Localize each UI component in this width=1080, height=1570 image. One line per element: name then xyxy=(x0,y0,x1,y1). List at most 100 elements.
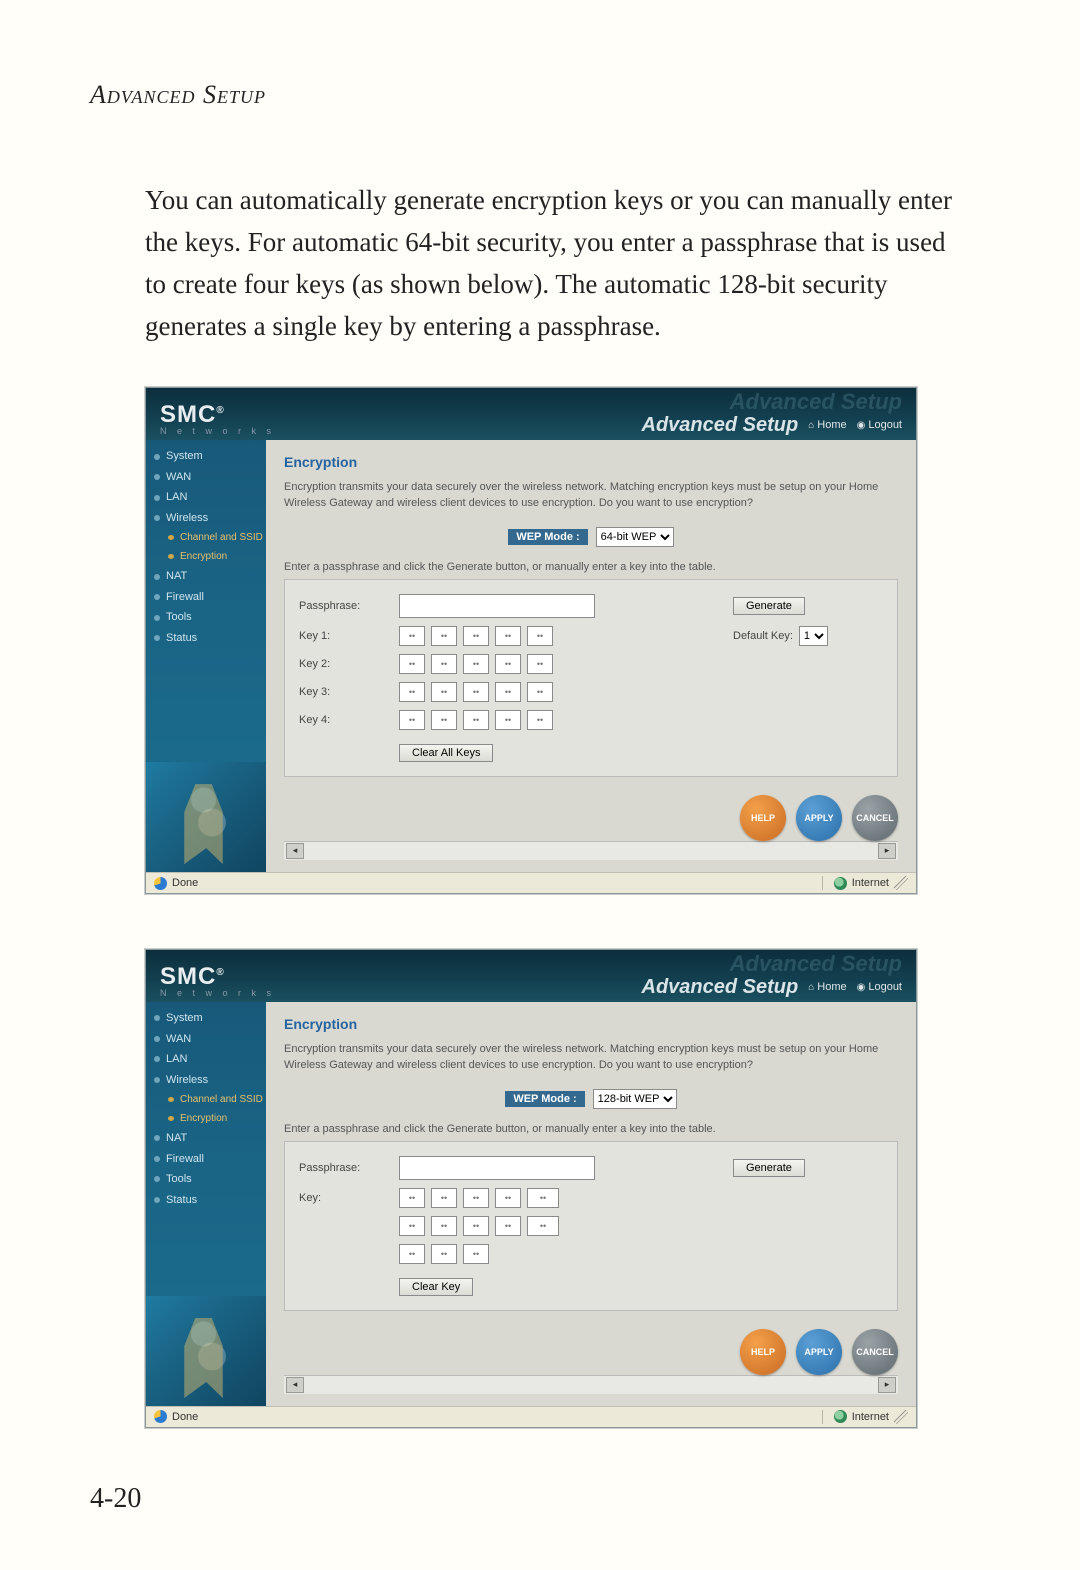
brand-logo: SMC® xyxy=(160,965,275,989)
cancel-button[interactable]: CANCEL xyxy=(852,795,898,841)
sidebar-item-system[interactable]: System xyxy=(146,1008,266,1029)
key1-cell[interactable] xyxy=(399,626,425,646)
wep-mode-select[interactable]: 128-bit WEP xyxy=(593,1089,677,1109)
logout-link[interactable]: ◉ Logout xyxy=(857,981,902,993)
zone-text: Internet xyxy=(852,877,889,889)
key3-cell[interactable] xyxy=(431,682,457,702)
key-cell[interactable] xyxy=(463,1244,489,1264)
scroll-left-icon[interactable]: ◂ xyxy=(286,843,304,859)
key1-label: Key 1: xyxy=(299,630,389,642)
passphrase-label: Passphrase: xyxy=(299,600,389,612)
key4-cell[interactable] xyxy=(399,710,425,730)
key4-cell[interactable] xyxy=(495,710,521,730)
key-cell[interactable] xyxy=(399,1216,425,1236)
key4-cell[interactable] xyxy=(431,710,457,730)
sidebar-item-wireless[interactable]: Wireless xyxy=(146,508,266,529)
key2-cell[interactable] xyxy=(463,654,489,674)
sidebar-item-tools[interactable]: Tools xyxy=(146,1169,266,1190)
section-description: Encryption transmits your data securely … xyxy=(284,1042,898,1073)
key2-cell[interactable] xyxy=(399,654,425,674)
sidebar-sub-encryption[interactable]: Encryption xyxy=(146,1109,266,1128)
logout-icon: ◉ xyxy=(857,982,866,993)
key3-cell[interactable] xyxy=(399,682,425,702)
apply-button[interactable]: APPLY xyxy=(796,795,842,841)
key1-cell[interactable] xyxy=(495,626,521,646)
key4-cell[interactable] xyxy=(527,710,553,730)
sidebar-item-system[interactable]: System xyxy=(146,446,266,467)
brand-watermark: Advanced Setup xyxy=(642,390,902,414)
sidebar-image xyxy=(146,762,266,872)
key1-cell[interactable] xyxy=(463,626,489,646)
key-cell[interactable] xyxy=(495,1216,521,1236)
sidebar-sub-encryption[interactable]: Encryption xyxy=(146,547,266,566)
browser-icon xyxy=(154,877,167,890)
sidebar-item-lan[interactable]: LAN xyxy=(146,487,266,508)
generate-button[interactable]: Generate xyxy=(733,1159,805,1177)
wep-mode-select[interactable]: 64-bit WEP xyxy=(596,527,674,547)
key-label: Key: xyxy=(299,1192,389,1204)
sidebar-sub-channel[interactable]: Channel and SSID xyxy=(146,1090,266,1109)
key-cell[interactable] xyxy=(527,1188,559,1208)
sidebar-item-wan[interactable]: WAN xyxy=(146,467,266,488)
brand-logo: SMC® xyxy=(160,403,275,427)
key-cell[interactable] xyxy=(431,1244,457,1264)
resize-grip-icon xyxy=(894,876,908,890)
logout-link[interactable]: ◉ Logout xyxy=(857,419,902,431)
key-cell[interactable] xyxy=(431,1188,457,1208)
key3-label: Key 3: xyxy=(299,686,389,698)
passphrase-label: Passphrase: xyxy=(299,1162,389,1174)
horizontal-scrollbar[interactable]: ◂ ▸ xyxy=(284,841,898,860)
sidebar-item-nat[interactable]: NAT xyxy=(146,566,266,587)
horizontal-scrollbar[interactable]: ◂ ▸ xyxy=(284,1375,898,1394)
clear-all-keys-button[interactable]: Clear All Keys xyxy=(399,744,493,762)
key2-cell[interactable] xyxy=(495,654,521,674)
key2-cell[interactable] xyxy=(431,654,457,674)
status-bar: Done Internet xyxy=(146,872,916,893)
sidebar-item-firewall[interactable]: Firewall xyxy=(146,587,266,608)
key-cell[interactable] xyxy=(495,1188,521,1208)
sidebar-item-status[interactable]: Status xyxy=(146,628,266,649)
key3-cell[interactable] xyxy=(463,682,489,702)
key-cell[interactable] xyxy=(463,1216,489,1236)
scroll-right-icon[interactable]: ▸ xyxy=(878,843,896,859)
passphrase-input[interactable] xyxy=(399,594,595,618)
help-button[interactable]: HELP xyxy=(740,795,786,841)
clear-key-button[interactable]: Clear Key xyxy=(399,1278,473,1296)
sidebar-item-firewall[interactable]: Firewall xyxy=(146,1149,266,1170)
key-cell[interactable] xyxy=(399,1244,425,1264)
sidebar-item-wan[interactable]: WAN xyxy=(146,1029,266,1050)
cancel-button[interactable]: CANCEL xyxy=(852,1329,898,1375)
sidebar-sub-channel[interactable]: Channel and SSID xyxy=(146,528,266,547)
status-text: Done xyxy=(172,1411,198,1423)
key-cell[interactable] xyxy=(399,1188,425,1208)
key4-cell[interactable] xyxy=(463,710,489,730)
sidebar-item-lan[interactable]: LAN xyxy=(146,1049,266,1070)
key1-cell[interactable] xyxy=(431,626,457,646)
key2-label: Key 2: xyxy=(299,658,389,670)
key2-cell[interactable] xyxy=(527,654,553,674)
sidebar-item-status[interactable]: Status xyxy=(146,1190,266,1211)
scroll-right-icon[interactable]: ▸ xyxy=(878,1377,896,1393)
scroll-left-icon[interactable]: ◂ xyxy=(286,1377,304,1393)
instruction-text: Enter a passphrase and click the Generat… xyxy=(284,561,898,573)
key-cell[interactable] xyxy=(527,1216,559,1236)
generate-button[interactable]: Generate xyxy=(733,597,805,615)
brand-watermark: Advanced Setup xyxy=(642,952,902,976)
key3-cell[interactable] xyxy=(527,682,553,702)
default-key-select[interactable]: 1 xyxy=(799,626,828,646)
home-link[interactable]: ⌂ Home xyxy=(808,419,846,431)
key-cell[interactable] xyxy=(463,1188,489,1208)
passphrase-input[interactable] xyxy=(399,1156,595,1180)
brand-subtext: N e t w o r k s xyxy=(160,989,275,998)
sidebar-item-tools[interactable]: Tools xyxy=(146,607,266,628)
sidebar-item-nat[interactable]: NAT xyxy=(146,1128,266,1149)
key3-cell[interactable] xyxy=(495,682,521,702)
key1-cell[interactable] xyxy=(527,626,553,646)
default-key-label: Default Key: xyxy=(733,630,793,642)
key-cell[interactable] xyxy=(431,1216,457,1236)
apply-button[interactable]: APPLY xyxy=(796,1329,842,1375)
sidebar-item-wireless[interactable]: Wireless xyxy=(146,1070,266,1091)
home-link[interactable]: ⌂ Home xyxy=(808,981,846,993)
help-button[interactable]: HELP xyxy=(740,1329,786,1375)
internet-zone-icon xyxy=(834,877,847,890)
